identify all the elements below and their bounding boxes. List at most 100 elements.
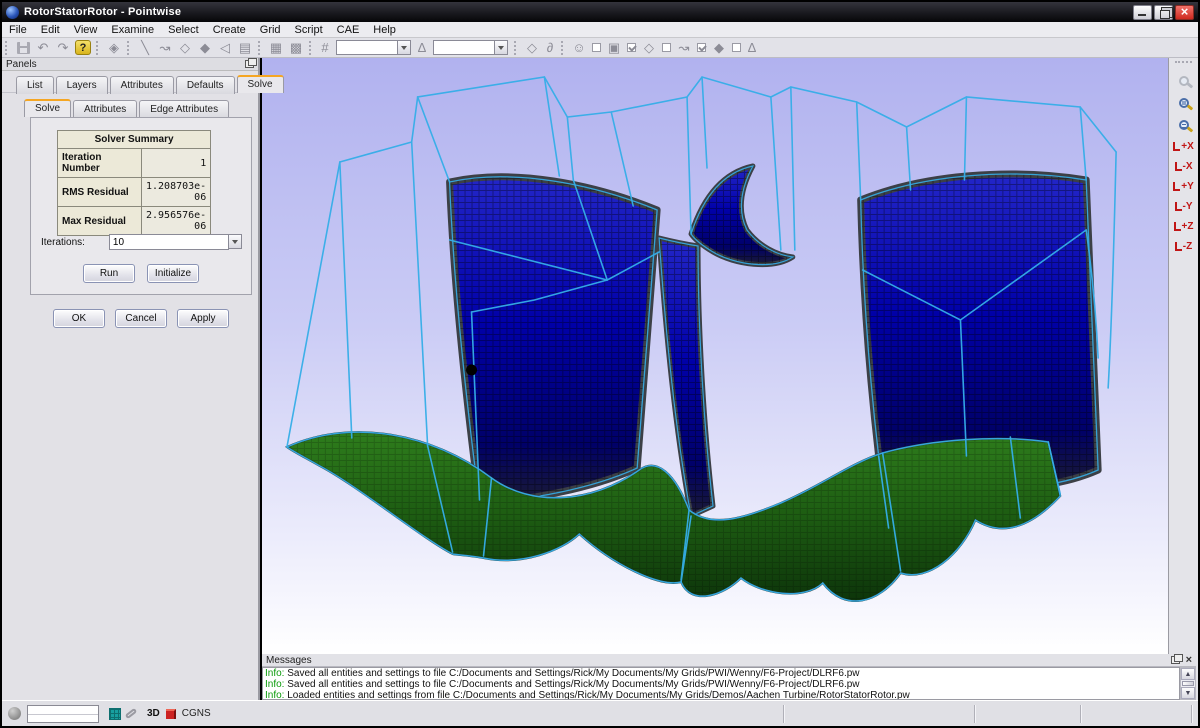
blade-left [450,177,658,503]
messages-title: Messages [266,655,312,666]
menu-item-cae[interactable]: CAE [330,23,367,37]
menu-item-edit[interactable]: Edit [34,23,67,37]
iterations-input[interactable] [109,234,229,250]
messages-log[interactable]: Info: Saved all entities and settings to… [262,667,1180,700]
view-plus-x-button[interactable]: +X [1169,136,1198,156]
view-plus-z-button[interactable]: +Z [1169,216,1198,236]
unstructured-grid-button[interactable]: ▩ [286,39,306,57]
restore-button[interactable] [1154,5,1173,20]
tab-attributes[interactable]: Attributes [110,76,174,94]
subtab-edge-attributes[interactable]: Edge Attributes [139,100,229,118]
block-filter-button[interactable]: ▣ [604,39,624,57]
menu-item-examine[interactable]: Examine [104,23,161,37]
viewport-3d[interactable] [262,58,1168,654]
mask-checkbox[interactable] [592,43,601,52]
menu-item-select[interactable]: Select [161,23,206,37]
subtab-solve[interactable]: Solve [24,99,71,117]
toolbar-grip[interactable] [5,41,10,55]
toolbar-grip[interactable] [127,41,132,55]
status-bar: 3D CGNS [2,700,1198,726]
run-button[interactable]: Run [83,264,135,283]
close-button[interactable] [1175,5,1194,20]
dimension-combo-dropdown[interactable] [398,40,411,55]
toolbar-grip[interactable] [1175,61,1192,66]
connector-filter-checkbox[interactable] [697,43,706,52]
domain-filter-checkbox[interactable] [662,43,671,52]
block-filter-checkbox[interactable] [627,43,636,52]
log-line: Info: Saved all entities and settings to… [263,668,1179,679]
dimension-combo[interactable] [336,40,398,55]
apply-button[interactable]: Apply [177,309,229,328]
undo-button[interactable]: ↶ [33,39,53,57]
toolbar-grip[interactable] [561,41,566,55]
close-messages-icon[interactable]: × [1186,655,1192,665]
toolbar-grip[interactable] [309,41,314,55]
menu-item-create[interactable]: Create [206,23,253,37]
toolbar-grip[interactable] [258,41,263,55]
create-extrude-button[interactable]: ◁ [215,39,235,57]
view-minus-x-button[interactable]: -X [1169,156,1198,176]
menu-item-file[interactable]: File [2,23,34,37]
row-label: RMS Residual [58,178,142,207]
axis-icon [1173,182,1180,191]
create-curve-button[interactable]: ↝ [155,39,175,57]
database-filter-button[interactable]: ◆ [709,39,729,57]
zoom-button[interactable] [1169,70,1198,92]
toolbar-grip[interactable] [514,41,519,55]
spacing-combo-dropdown[interactable] [495,40,508,55]
database-filter-checkbox[interactable] [732,43,741,52]
save-button[interactable] [13,39,33,57]
create-block-button[interactable]: ▤ [235,39,255,57]
viewport-3d-scene [262,58,1168,654]
grid-mode-icon [109,708,121,720]
scroll-thumb[interactable] [1182,681,1194,686]
view-minus-y-button[interactable]: -Y [1169,196,1198,216]
layers-button[interactable]: ◈ [104,39,124,57]
boundary-condition-button[interactable]: ∂ [542,39,558,57]
title-bar[interactable]: RotorStatorRotor - Pointwise [2,2,1198,22]
spacing-combo[interactable] [433,40,495,55]
initialize-button[interactable]: Initialize [147,264,199,283]
zoom-extents-button[interactable] [1169,92,1198,114]
tab-defaults[interactable]: Defaults [176,76,235,94]
scroll-up-icon[interactable]: ▲ [1181,668,1195,680]
create-structured-domain-button[interactable]: ◆ [195,39,215,57]
menu-item-grid[interactable]: Grid [253,23,288,37]
float-panel-icon[interactable] [245,60,254,68]
cae-solver-icon [166,709,176,719]
ok-button[interactable]: OK [53,309,105,328]
zoom-equal-button[interactable] [1169,114,1198,136]
menu-item-view[interactable]: View [67,23,105,37]
row-value: 1 [142,149,211,178]
toolbar-grip[interactable] [96,41,101,55]
redo-button[interactable]: ↷ [53,39,73,57]
subtab-attributes[interactable]: Attributes [73,100,137,118]
structured-grid-button[interactable]: ▦ [266,39,286,57]
axis-icon [1174,222,1181,231]
float-messages-icon[interactable] [1171,656,1180,664]
view-minus-z-button[interactable]: -Z [1169,236,1198,256]
solve-domain-button[interactable]: ◇ [522,39,542,57]
tab-layers[interactable]: Layers [56,76,108,94]
create-connector-button[interactable]: ╲ [135,39,155,57]
help-button[interactable]: ? [73,39,93,57]
scroll-down-icon[interactable]: ▼ [1181,687,1195,699]
row-value: 1.208703e-06 [142,178,211,207]
minimize-button[interactable] [1133,5,1152,20]
create-domain-button[interactable]: ◇ [175,39,195,57]
solve-panel-content: Solver Summary Iteration Number 1 RMS Re… [30,117,252,295]
mask-button[interactable]: ☺ [569,39,589,57]
menu-item-script[interactable]: Script [288,23,330,37]
messages-scrollbar[interactable]: ▲ ▼ [1180,667,1196,700]
status-light-icon [8,707,21,720]
cancel-button[interactable]: Cancel [115,309,167,328]
view-plus-y-button[interactable]: +Y [1169,176,1198,196]
table-row: RMS Residual 1.208703e-06 [58,178,211,207]
domain-filter-button[interactable]: ◇ [639,39,659,57]
connector-filter-button[interactable]: ↝ [674,39,694,57]
tab-solve[interactable]: Solve [237,75,284,93]
menu-item-help[interactable]: Help [366,23,403,37]
iterations-dropdown[interactable] [229,234,242,249]
tab-list[interactable]: List [16,76,54,94]
spacing-filter-button[interactable]: Δ [744,39,760,57]
